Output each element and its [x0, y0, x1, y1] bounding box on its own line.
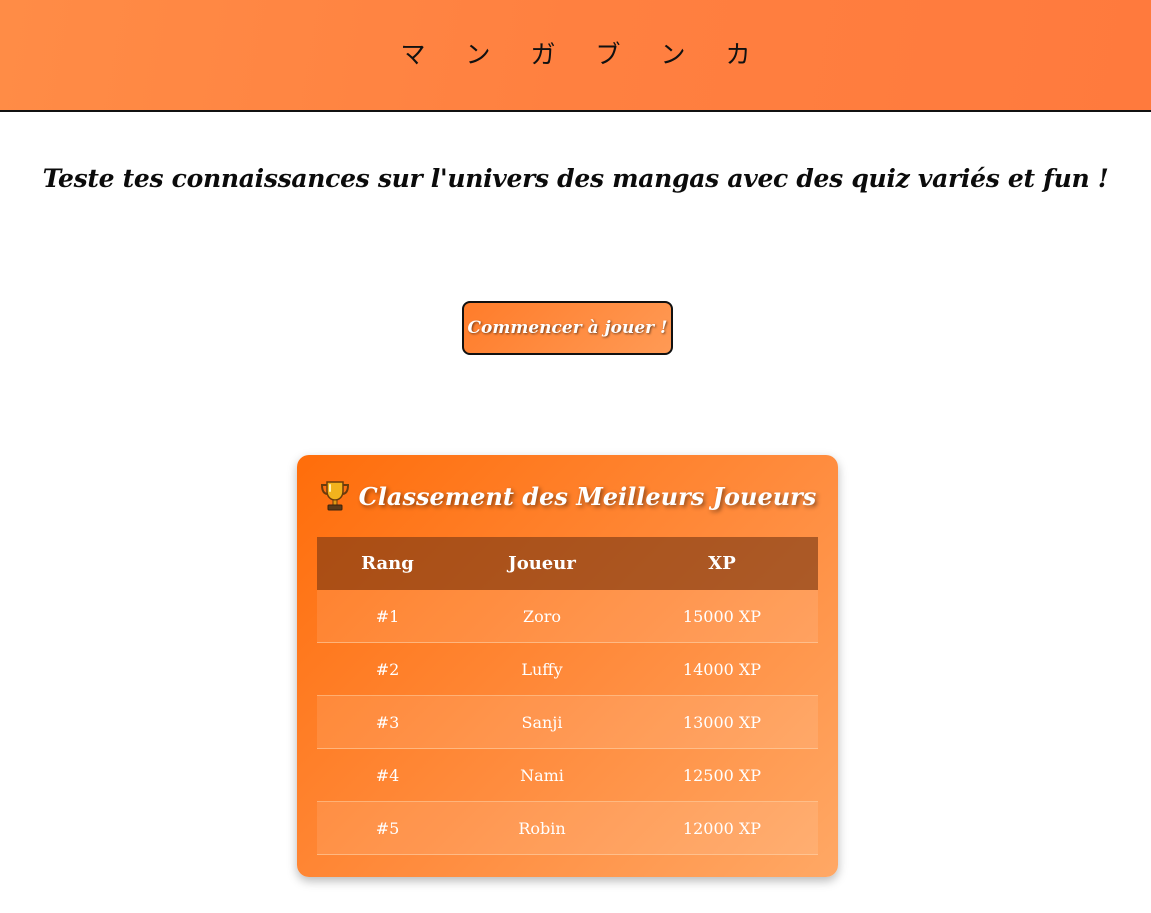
- column-header-rank: Rang: [317, 537, 458, 590]
- rank-cell: #4: [317, 748, 458, 802]
- player-cell: Robin: [458, 801, 626, 855]
- table-row: #2 Luffy 14000 XP: [317, 642, 818, 696]
- leaderboard-card: Classement des Meilleurs Joueurs Rang Jo…: [297, 455, 838, 877]
- player-cell: Sanji: [458, 695, 626, 749]
- player-cell: Luffy: [458, 642, 626, 696]
- rank-cell: #1: [317, 590, 458, 643]
- player-cell: Zoro: [458, 590, 626, 643]
- table-header-row: Rang Joueur XP: [317, 537, 818, 590]
- column-header-player: Joueur: [458, 537, 626, 590]
- table-row: #3 Sanji 13000 XP: [317, 695, 818, 749]
- site-title: マンガブンカ: [400, 40, 791, 69]
- table-row: #4 Nami 12500 XP: [317, 748, 818, 802]
- rank-cell: #5: [317, 801, 458, 855]
- xp-cell: 15000 XP: [626, 590, 818, 643]
- table-row: #5 Robin 12000 XP: [317, 801, 818, 855]
- leaderboard-title-text: Classement des Meilleurs Joueurs: [358, 481, 817, 511]
- xp-cell: 13000 XP: [626, 695, 818, 749]
- rank-cell: #2: [317, 642, 458, 696]
- leaderboard-table: Rang Joueur XP #1 Zoro 15000 XP #2 Luffy…: [317, 537, 818, 855]
- trophy-icon: [320, 481, 349, 511]
- rank-cell: #3: [317, 695, 458, 749]
- player-cell: Nami: [458, 748, 626, 802]
- tagline: Teste tes connaissances sur l'univers de…: [42, 164, 1109, 193]
- xp-cell: 14000 XP: [626, 642, 818, 696]
- xp-cell: 12000 XP: [626, 801, 818, 855]
- start-playing-button[interactable]: Commencer à jouer !: [462, 301, 673, 355]
- xp-cell: 12500 XP: [626, 748, 818, 802]
- leaderboard-title: Classement des Meilleurs Joueurs: [317, 455, 818, 537]
- column-header-xp: XP: [626, 537, 818, 590]
- table-row: #1 Zoro 15000 XP: [317, 590, 818, 643]
- site-header: マンガブンカ: [0, 0, 1151, 112]
